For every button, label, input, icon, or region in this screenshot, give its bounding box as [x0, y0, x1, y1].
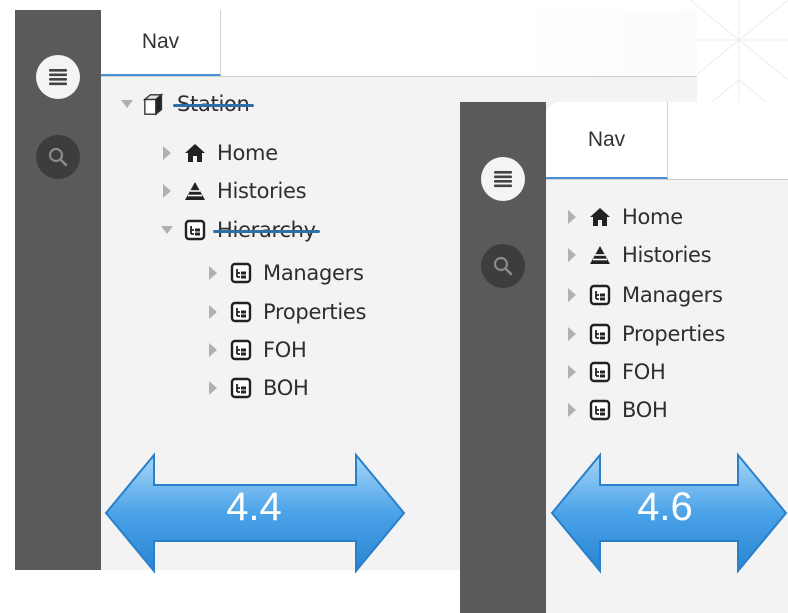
hierarchy-icon — [229, 261, 253, 285]
version-label: 4.6 — [637, 485, 693, 529]
version-label: 4.4 — [226, 485, 282, 529]
tab-nav[interactable]: Nav — [101, 10, 221, 76]
menu-icon — [494, 171, 512, 188]
collapsed-arrow-icon[interactable] — [207, 266, 219, 280]
tree-label: BOH — [622, 398, 668, 422]
tree-label: Histories — [622, 243, 712, 267]
collapsed-arrow-icon[interactable] — [566, 248, 578, 262]
tree-label: Histories — [217, 179, 307, 203]
tree-node-boh[interactable]: BOH — [566, 395, 668, 425]
tab-bar: Nav — [546, 102, 788, 180]
search-button[interactable] — [36, 135, 80, 179]
collapsed-arrow-icon[interactable] — [566, 365, 578, 379]
collapsed-arrow-icon[interactable] — [566, 210, 578, 224]
tree-node-foh[interactable]: FOH — [566, 357, 666, 387]
side-rail — [460, 102, 546, 613]
histories-icon — [183, 179, 207, 203]
side-rail — [15, 10, 101, 570]
hierarchy-icon — [588, 322, 612, 346]
collapsed-arrow-icon[interactable] — [207, 381, 219, 395]
tree-node-foh[interactable]: FOH — [207, 335, 307, 365]
tree-label: Station — [173, 92, 254, 116]
tree-node-home[interactable]: Home — [161, 138, 278, 168]
collapsed-arrow-icon[interactable] — [161, 146, 173, 160]
collapsed-arrow-icon[interactable] — [566, 403, 578, 417]
expanded-arrow-icon[interactable] — [121, 97, 133, 111]
tree-node-histories[interactable]: Histories — [566, 240, 712, 270]
tree-label: FOH — [263, 338, 307, 362]
tab-nav[interactable]: Nav — [546, 102, 668, 179]
menu-icon — [49, 69, 67, 86]
hierarchy-icon — [588, 283, 612, 307]
tree-node-managers[interactable]: Managers — [207, 258, 364, 288]
collapsed-arrow-icon[interactable] — [207, 343, 219, 357]
menu-button[interactable] — [36, 55, 80, 99]
tree-node-station[interactable]: Station — [121, 89, 254, 119]
tree-node-properties[interactable]: Properties — [207, 297, 366, 327]
station-cube-icon — [143, 92, 167, 116]
collapsed-arrow-icon[interactable] — [207, 305, 219, 319]
tree-label: Properties — [263, 300, 367, 324]
tree-node-histories[interactable]: Histories — [161, 176, 307, 206]
tree-label: Managers — [263, 261, 364, 285]
tree-label: FOH — [622, 360, 666, 384]
collapsed-arrow-icon[interactable] — [161, 184, 173, 198]
tree-label: Properties — [622, 322, 726, 346]
histories-icon — [588, 243, 612, 267]
tree-node-boh[interactable]: BOH — [207, 373, 309, 403]
tab-bar: Nav — [101, 10, 697, 77]
tree-node-hierarchy[interactable]: Hierarchy — [161, 215, 320, 245]
tree-node-properties[interactable]: Properties — [566, 319, 725, 349]
home-icon — [588, 205, 612, 229]
hierarchy-icon — [588, 360, 612, 384]
search-button[interactable] — [481, 244, 525, 288]
collapsed-arrow-icon[interactable] — [566, 327, 578, 341]
hierarchy-icon — [229, 376, 253, 400]
hierarchy-icon — [229, 300, 253, 324]
tree-label: Managers — [622, 283, 723, 307]
hierarchy-icon — [588, 398, 612, 422]
tree-label: Hierarchy — [213, 218, 320, 242]
tree-label: BOH — [263, 376, 309, 400]
collapsed-arrow-icon[interactable] — [566, 288, 578, 302]
tree-label: Home — [217, 141, 278, 165]
search-icon — [48, 147, 68, 167]
hierarchy-icon — [229, 338, 253, 362]
tree-node-managers[interactable]: Managers — [566, 280, 723, 310]
home-icon — [183, 141, 207, 165]
tree-label: Home — [622, 205, 683, 229]
menu-button[interactable] — [481, 157, 525, 201]
hierarchy-icon — [183, 218, 207, 242]
expanded-arrow-icon[interactable] — [161, 223, 173, 237]
search-icon — [493, 256, 513, 276]
tree-node-home[interactable]: Home — [566, 202, 683, 232]
